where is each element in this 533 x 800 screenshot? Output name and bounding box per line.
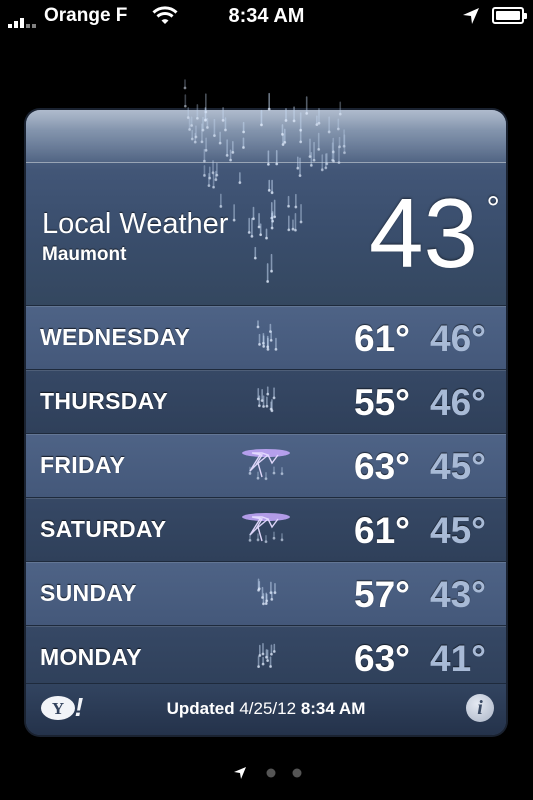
forecast-day: FRIDAY [40,452,126,478]
location-page-icon [234,767,246,779]
forecast-low: 46° [430,382,486,423]
forecast-row: THURSDAY 55° 46° [26,369,506,433]
forecast-high: 57° [354,574,410,615]
forecast-row: WEDNESDAY 61° 46° [26,305,506,369]
thunderstorm-icon [242,449,290,481]
current-temperature: 43 ° [368,178,500,288]
forecast-day: WEDNESDAY [40,324,191,350]
updated-time: 8:34 AM [300,699,366,718]
thunderstorm-icon [242,513,290,544]
forecast-high: 61° [354,510,410,551]
widget-title: Local Weather [42,208,229,240]
status-bar: Orange F 8:34 AM [0,0,533,34]
forecast-high: 55° [354,382,410,423]
forecast-high: 61° [354,318,410,359]
forecast-row: SATURDAY 61° 45° [26,497,506,561]
forecast-row: MONDAY 63° 41° [26,625,506,689]
location-arrow-icon [463,8,479,24]
battery-icon [492,7,527,24]
degree-symbol: ° [486,190,500,228]
weather-card: Local Weather Maumont 43 ° WEDNESDAY 61° … [26,110,506,735]
rain-icon [257,578,277,606]
forecast-day: THURSDAY [40,388,169,414]
rain-icon [257,642,276,669]
rain-icon [256,386,276,413]
forecast-row: FRIDAY 63° 45° [26,433,506,497]
current-conditions-panel: Local Weather Maumont 43 ° [26,110,506,305]
rain-icon [256,320,278,351]
city-name: Maumont [42,244,127,265]
forecast-high: 63° [354,446,410,487]
updated-label: Updated [166,699,235,718]
forecast-day: SUNDAY [40,580,137,606]
page-dot [266,768,276,778]
forecast-list: WEDNESDAY 61° 46° THURSDAY 55° 46° FRIDA… [26,305,506,689]
forecast-low: 43° [430,574,486,615]
forecast-low: 45° [430,446,486,487]
info-icon[interactable]: i [466,694,494,722]
status-time: 8:34 AM [228,5,305,27]
updated-timestamp: Updated 4/25/12 8:34 AM [26,699,506,719]
updated-date: 4/25/12 [239,699,297,718]
widget-footer: Y ! Updated 4/25/12 8:34 AM i [26,683,506,735]
forecast-high: 63° [354,638,410,679]
forecast-day: SATURDAY [40,516,167,542]
forecast-row: SUNDAY 57° 43° [26,561,506,625]
forecast-day: MONDAY [40,644,142,670]
page-control[interactable] [0,764,533,780]
forecast-low: 41° [430,638,486,679]
forecast-low: 45° [430,510,486,551]
forecast-low: 46° [430,318,486,359]
page-dot [292,768,302,778]
